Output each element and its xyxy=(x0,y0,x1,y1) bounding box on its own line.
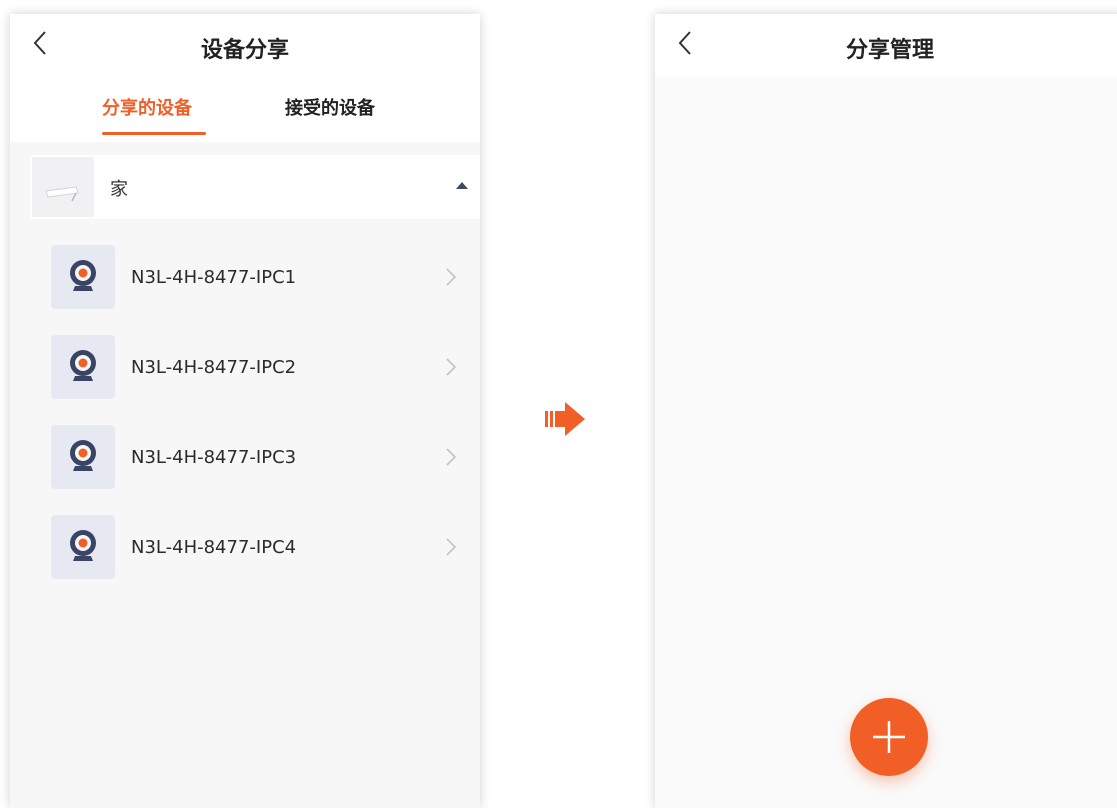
device-list: N3L-4H-8477-IPC1 N3L-4H-8477-IPC2 N3L-4H… xyxy=(10,232,480,592)
device-row[interactable]: N3L-4H-8477-IPC4 xyxy=(10,502,480,592)
chevron-right-icon xyxy=(446,268,457,286)
plus-icon xyxy=(873,721,905,753)
device-name: N3L-4H-8477-IPC3 xyxy=(131,447,297,468)
chevron-right-icon xyxy=(446,448,457,466)
header: 分享管理 xyxy=(655,14,1117,76)
camera-icon xyxy=(51,245,115,309)
header: 设备分享 xyxy=(10,14,480,76)
tab-received-devices[interactable]: 接受的设备 xyxy=(285,94,375,120)
tab-bar: 分享的设备 接受的设备 xyxy=(10,76,480,142)
router-icon xyxy=(45,186,79,202)
device-row[interactable]: N3L-4H-8477-IPC2 xyxy=(10,322,480,412)
device-row[interactable]: N3L-4H-8477-IPC1 xyxy=(10,232,480,322)
caret-up-icon[interactable] xyxy=(456,182,468,189)
page-title: 分享管理 xyxy=(845,38,934,63)
camera-icon xyxy=(51,335,115,399)
add-share-button[interactable] xyxy=(850,698,928,776)
arrow-right-icon xyxy=(545,402,585,436)
page-title: 设备分享 xyxy=(200,38,289,63)
chevron-right-icon xyxy=(446,538,457,556)
device-name: N3L-4H-8477-IPC2 xyxy=(131,357,297,378)
camera-icon xyxy=(51,515,115,579)
camera-icon xyxy=(51,425,115,489)
group-home[interactable]: 家 xyxy=(30,155,480,219)
active-tab-indicator xyxy=(102,132,206,135)
share-management-screen: 分享管理 xyxy=(655,14,1117,808)
device-share-screen: 设备分享 分享的设备 接受的设备 家 N3L-4H-8477-IPC1 N3L-… xyxy=(10,14,480,808)
tab-shared-devices[interactable]: 分享的设备 xyxy=(102,94,192,120)
router-thumbnail xyxy=(32,157,94,217)
group-label: 家 xyxy=(110,179,128,200)
device-name: N3L-4H-8477-IPC4 xyxy=(131,537,297,558)
device-name: N3L-4H-8477-IPC1 xyxy=(131,267,297,288)
device-row[interactable]: N3L-4H-8477-IPC3 xyxy=(10,412,480,502)
chevron-right-icon xyxy=(446,358,457,376)
